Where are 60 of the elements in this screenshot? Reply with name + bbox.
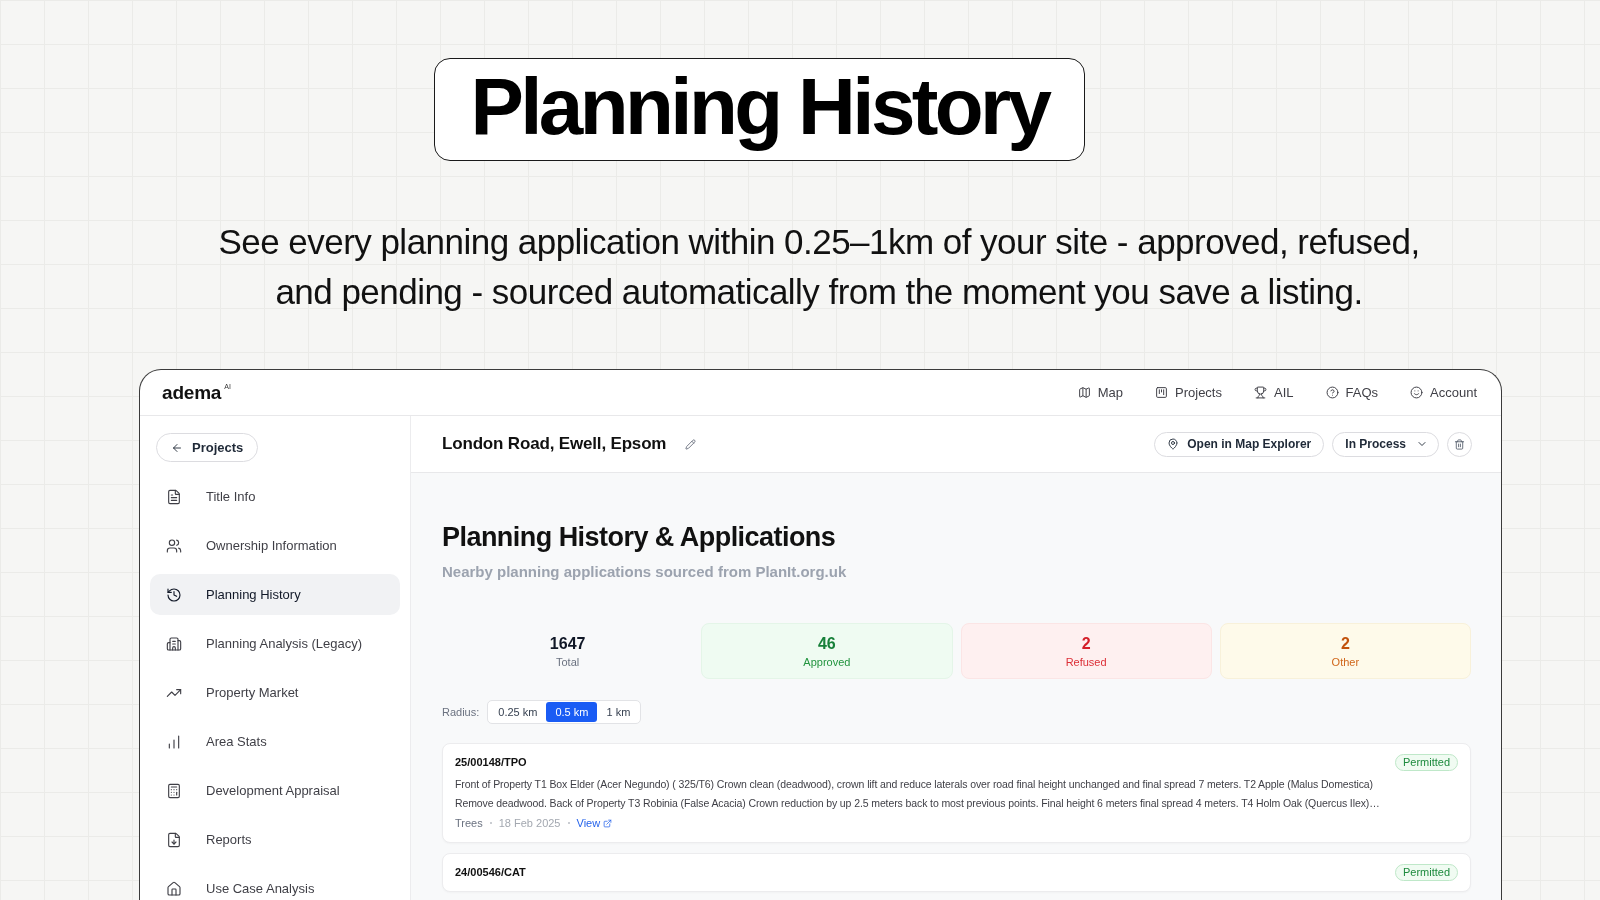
nav-link[interactable]: Projects	[1155, 382, 1222, 403]
sidebar-item[interactable]: Ownership Information	[150, 525, 400, 566]
document-icon	[166, 488, 182, 505]
logo-wordmark: adema	[162, 383, 222, 402]
nav-link[interactable]: Map	[1077, 382, 1123, 403]
view-link[interactable]: View	[576, 815, 613, 832]
nav-link[interactable]: Account	[1410, 382, 1477, 403]
sidebar-item[interactable]: Property Market	[150, 672, 400, 713]
trophy-icon	[1254, 386, 1267, 399]
back-button[interactable]: Projects	[156, 433, 259, 462]
hero-title: Planning History	[434, 58, 1085, 161]
external-link-icon	[603, 818, 613, 828]
delete-button[interactable]	[1447, 431, 1472, 457]
radius-label: Radius:	[442, 704, 480, 720]
status-badge: Permitted	[1394, 754, 1458, 771]
stat-label: Approved	[803, 654, 851, 669]
sidebar-item[interactable]: Title Info	[150, 476, 400, 517]
pencil-icon[interactable]	[685, 438, 697, 450]
stat-value: 2	[1340, 633, 1350, 654]
section-subtitle: Nearby planning applications sourced from PlanIt.org.uk	[442, 562, 848, 582]
sidebar-item[interactable]: Use Case Analysis	[150, 868, 400, 900]
application-description: Front of Property T1 Box Elder (Acer Negundo) ( 325/T6) Crown clean (deadwood), crown lift and reduce laterals over road final height unchanged and final spread 7 meters. T2 Apple (Malus Domestica) Remove deadwood. Back of Property T3 Robinia (False Acacia) Crown reduction by up 2.5 meters back to most previous points. Final height 6 meters final spread 4 meters. T4 Holm Oak (Quercus Ilex)…	[455, 777, 1381, 811]
radius-option[interactable]: 0.5 km	[546, 702, 598, 722]
status-badge: Permitted	[1394, 863, 1458, 881]
bar-chart-icon	[166, 733, 182, 750]
smiley-icon	[1410, 386, 1423, 399]
help-icon	[1325, 386, 1339, 399]
sidebar-item[interactable]: Area Stats	[150, 721, 400, 762]
sidebar-item[interactable]: Reports	[150, 819, 400, 860]
application-category: Trees	[455, 816, 483, 831]
stat-label: Other	[1331, 654, 1360, 669]
stat-value: 2	[1081, 633, 1091, 654]
stat-value: 1647	[549, 633, 586, 654]
map-explorer-button[interactable]: Open in Map Explorer	[1154, 431, 1325, 457]
sidebar-item[interactable]: Planning History	[150, 574, 400, 615]
kanban-icon	[1155, 386, 1168, 399]
house-icon	[166, 880, 182, 897]
file-download-icon	[166, 831, 182, 848]
sidebar-item[interactable]: Planning Analysis (Legacy)	[150, 623, 400, 664]
stat-label: Refused	[1065, 654, 1107, 669]
project-title: London Road, Ewell, Epsom	[442, 433, 667, 456]
section-title: Planning History & Applications	[442, 521, 837, 553]
map-icon	[1077, 386, 1091, 399]
users-icon	[166, 537, 182, 554]
trash-icon	[1454, 438, 1465, 450]
nav-link[interactable]: AIL	[1254, 382, 1294, 403]
stat-label: Total	[556, 654, 580, 669]
history-icon	[166, 586, 182, 603]
sidebar-item[interactable]: Development Appraisal	[150, 770, 400, 811]
application-reference: 25/00148/TPO	[455, 755, 527, 771]
calculator-icon	[166, 782, 182, 799]
application-reference: 24/00546/CAT	[455, 864, 526, 880]
status-select[interactable]: In Process	[1332, 431, 1439, 457]
hero-subtitle: See every planning application within 0.25–1km of your site - approved, refused, and pending - sourced automatically from the moment you save a listing.	[217, 221, 1421, 313]
application-date: 18 Feb 2025	[498, 816, 561, 831]
arrow-left-icon	[171, 441, 183, 454]
map-pin-icon	[1167, 438, 1180, 450]
nav-link[interactable]: FAQs	[1325, 382, 1378, 403]
stat-value: 46	[817, 633, 836, 654]
building-icon	[166, 635, 182, 652]
